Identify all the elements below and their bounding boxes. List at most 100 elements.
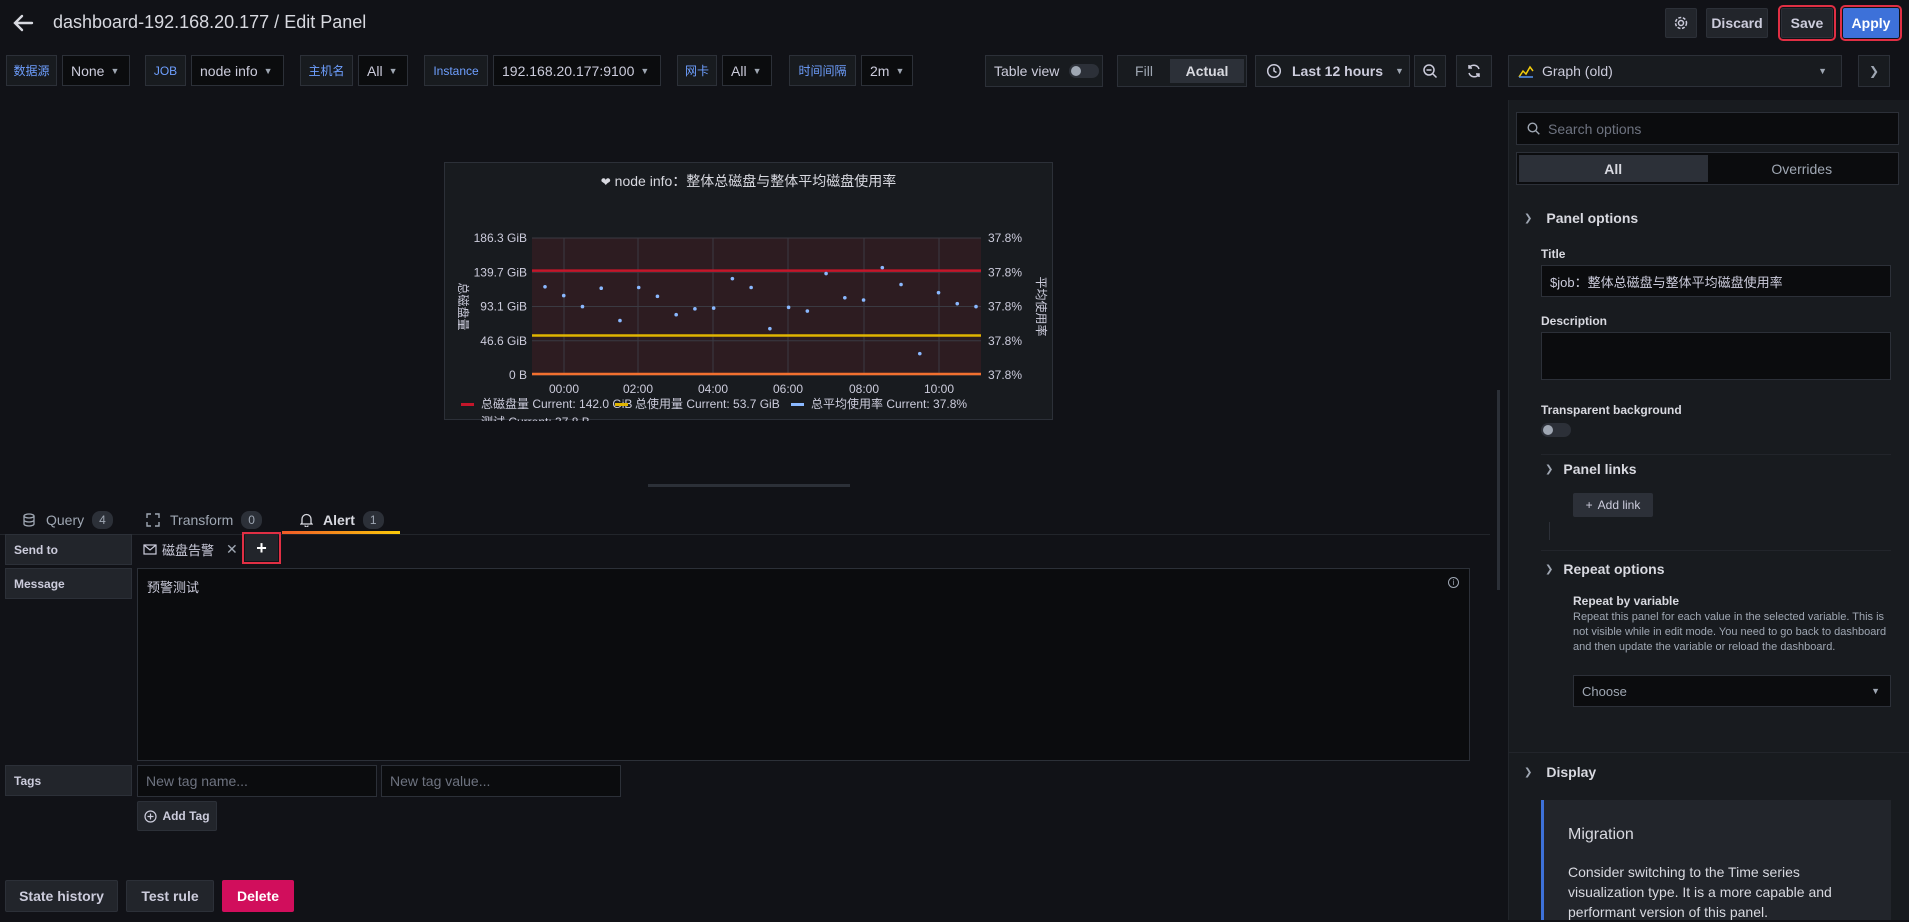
chevron-down-icon: ▼: [895, 65, 905, 76]
data-point: [824, 271, 828, 276]
repeat-by-variable-label: Repeat by variable: [1573, 594, 1680, 608]
y2-tick-label: 37.8%: [988, 334, 1022, 348]
data-point: [974, 304, 978, 309]
fill-option[interactable]: Fill: [1118, 63, 1170, 79]
table-view-toggle[interactable]: Table view: [985, 55, 1103, 87]
variable-value: None: [71, 62, 105, 79]
data-point: [543, 284, 547, 289]
search-options-input[interactable]: Search options: [1516, 112, 1899, 145]
visualization-label: Graph (old): [1542, 63, 1613, 79]
variable-select-job[interactable]: node info ▼: [191, 55, 284, 86]
data-point: [936, 290, 941, 295]
pane-splitter[interactable]: [1497, 390, 1500, 590]
description-label: Description: [1541, 314, 1608, 328]
data-point: [636, 285, 641, 290]
chevron-right-icon: ❯: [1868, 64, 1880, 78]
fill-actual-group: Fill Actual: [1117, 55, 1247, 87]
add-notification-button[interactable]: +: [242, 532, 281, 564]
message-textarea[interactable]: 预警测试 i: [137, 568, 1470, 761]
settings-button[interactable]: [1665, 8, 1697, 38]
tab-alert[interactable]: Alert 1: [300, 506, 384, 534]
data-point: [730, 276, 735, 281]
discard-button[interactable]: Discard: [1706, 8, 1768, 38]
description-textarea[interactable]: [1541, 332, 1891, 380]
repeat-variable-select[interactable]: Choose ▼: [1573, 675, 1891, 707]
y-tick-label: 46.6 GiB: [480, 334, 527, 348]
chevron-down-icon: ▼: [1871, 686, 1880, 696]
data-point: [786, 305, 791, 310]
transparent-toggle[interactable]: [1541, 423, 1571, 437]
add-tag-button[interactable]: Add Tag: [137, 801, 217, 831]
repeat-options-header[interactable]: ❯ Repeat options: [1545, 561, 1665, 577]
variable-select-datasource[interactable]: None ▼: [62, 55, 130, 86]
data-point: [674, 312, 678, 317]
data-point: [693, 307, 697, 311]
y-axis-label: 总磁盘量: [456, 282, 471, 330]
message-text: 预警测试: [147, 580, 200, 595]
time-range-picker[interactable]: Last 12 hours ▼: [1255, 55, 1410, 87]
migration-notice: Migration Consider switching to the Time…: [1541, 800, 1891, 920]
chevron-down-icon: ❯: [1524, 212, 1533, 224]
tab-overrides[interactable]: Overrides: [1708, 155, 1897, 182]
graph-canvas[interactable]: 186.3 GiB 139.7 GiB 93.1 GiB 46.6 GiB 0 B 37.…: [445, 191, 1054, 421]
data-point: [618, 318, 622, 323]
close-icon[interactable]: ✕: [226, 541, 238, 558]
search-options-placeholder: Search options: [1548, 120, 1642, 137]
title-input[interactable]: $job：整体总磁盘与整体平均磁盘使用率: [1541, 265, 1891, 297]
graph-icon: [1518, 65, 1534, 78]
clock-icon: [1266, 63, 1282, 79]
plus-icon: +: [1585, 498, 1593, 512]
add-tag-label: Add Tag: [162, 809, 210, 823]
panel-options-header[interactable]: ❯ Panel options: [1524, 210, 1638, 226]
x-tick-label: 02:00: [623, 382, 653, 396]
variable-select-nic[interactable]: All ▼: [722, 55, 772, 86]
tab-label: Transform: [170, 512, 234, 528]
panel-resize-handle[interactable]: [648, 484, 850, 487]
collapse-options-button[interactable]: ❯: [1858, 55, 1890, 87]
divider: [1549, 522, 1550, 540]
send-to-label: Send to: [5, 534, 132, 565]
tab-query[interactable]: Query 4: [22, 506, 113, 534]
data-point: [899, 282, 903, 287]
y2-tick-label: 37.8%: [988, 265, 1022, 279]
add-link-button[interactable]: + Add link: [1573, 493, 1653, 517]
tab-count: 0: [241, 511, 262, 529]
variable-label-nic: 网卡: [677, 55, 717, 86]
variable-label-datasource: 数据源: [6, 55, 57, 86]
actual-option[interactable]: Actual: [1170, 59, 1244, 83]
tag-value-input[interactable]: New tag value...: [381, 765, 621, 797]
tab-all[interactable]: All: [1519, 155, 1708, 182]
gear-icon: [1674, 16, 1688, 30]
save-button[interactable]: Save: [1778, 5, 1836, 41]
variable-select-hostname[interactable]: All ▼: [358, 55, 408, 86]
panel-links-header[interactable]: ❯ Panel links: [1545, 461, 1637, 477]
state-history-button[interactable]: State history: [5, 880, 118, 912]
test-rule-button[interactable]: Test rule: [126, 880, 214, 912]
variable-label-job: JOB: [145, 55, 186, 86]
tab-transform[interactable]: Transform 0: [146, 506, 262, 534]
chevron-down-icon: ▼: [263, 65, 273, 76]
zoom-out-button[interactable]: [1414, 55, 1446, 87]
visualization-picker[interactable]: Graph (old) ▼: [1508, 55, 1842, 87]
refresh-button[interactable]: [1456, 55, 1492, 87]
search-icon: [1527, 122, 1540, 135]
apply-button[interactable]: Apply: [1840, 5, 1902, 41]
variable-select-instance[interactable]: 192.168.20.177:9100 ▼: [493, 55, 661, 86]
y2-axis-label: 平均使用率: [1034, 276, 1049, 336]
data-point: [711, 306, 716, 310]
display-header[interactable]: ❯ Display: [1524, 764, 1596, 780]
table-view-switch[interactable]: [1069, 64, 1100, 78]
envelope-icon: [143, 543, 157, 555]
delete-button[interactable]: Delete: [222, 880, 294, 912]
time-range-label: Last 12 hours: [1292, 63, 1384, 79]
chevron-down-icon: ❯: [1545, 463, 1554, 475]
variable-select-interval[interactable]: 2m ▼: [861, 55, 913, 86]
data-point: [955, 301, 960, 306]
data-point: [580, 304, 585, 309]
y2-tick-label: 37.8%: [988, 300, 1022, 314]
legend-label: 总平均使用率 Current: 37.8%: [811, 396, 967, 411]
refresh-icon: [1468, 64, 1480, 78]
back-arrow-icon[interactable]: [12, 12, 34, 34]
data-point: [599, 286, 604, 291]
tag-name-input[interactable]: New tag name...: [137, 765, 377, 797]
